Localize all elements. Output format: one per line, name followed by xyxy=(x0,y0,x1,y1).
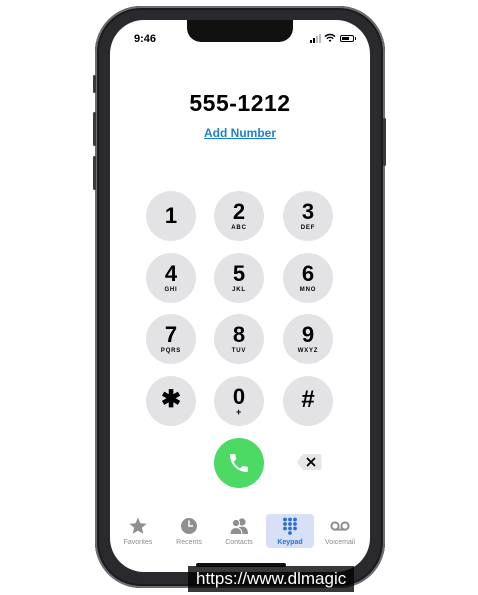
key-2[interactable]: 2 ABC xyxy=(214,191,264,241)
notch xyxy=(187,20,293,42)
call-button[interactable] xyxy=(214,438,264,488)
phone-icon xyxy=(230,454,248,472)
star-icon xyxy=(129,517,147,534)
key-8[interactable]: 8 TUV xyxy=(214,314,264,364)
wifi-icon xyxy=(324,33,336,42)
status-icons xyxy=(310,33,356,45)
watermark-url: https://www.dlmagic xyxy=(188,566,355,592)
key-hash[interactable]: # xyxy=(283,376,333,426)
key-star[interactable]: ✱ xyxy=(146,376,196,426)
dialed-number: 555-1212 xyxy=(189,90,291,116)
key-3[interactable]: 3 DEF xyxy=(283,191,333,241)
cellular-signal-icon xyxy=(310,34,321,43)
clock-icon xyxy=(181,518,197,534)
tab-bar: Favorites Recents Contacts Keypad Voicem… xyxy=(110,510,370,560)
side-button-silent xyxy=(93,75,96,93)
side-button-volume-down xyxy=(93,156,96,190)
key-1[interactable]: 1 xyxy=(146,191,196,241)
side-button-power xyxy=(383,118,386,166)
tab-contacts[interactable]: Contacts xyxy=(215,514,263,548)
key-5[interactable]: 5 JKL xyxy=(214,253,264,303)
battery-icon xyxy=(340,35,356,42)
tab-favorites[interactable]: Favorites xyxy=(114,514,162,548)
key-7[interactable]: 7 PQRS xyxy=(146,314,196,364)
voicemail-icon xyxy=(330,521,350,531)
key-9[interactable]: 9 WXYZ xyxy=(283,314,333,364)
key-0[interactable]: 0 + xyxy=(214,376,264,426)
side-button-volume-up xyxy=(93,112,96,146)
tab-recents[interactable]: Recents xyxy=(165,514,213,548)
tab-keypad[interactable]: Keypad xyxy=(266,514,314,548)
delete-backspace-icon[interactable] xyxy=(296,453,322,471)
add-number-link[interactable]: Add Number xyxy=(110,126,370,140)
tab-voicemail[interactable]: Voicemail xyxy=(316,514,364,548)
key-4[interactable]: 4 GHI xyxy=(146,253,196,303)
status-time: 9:46 xyxy=(134,33,157,45)
keypad-icon xyxy=(283,517,297,535)
key-6[interactable]: 6 MNO xyxy=(283,253,333,303)
contacts-icon xyxy=(229,518,248,535)
